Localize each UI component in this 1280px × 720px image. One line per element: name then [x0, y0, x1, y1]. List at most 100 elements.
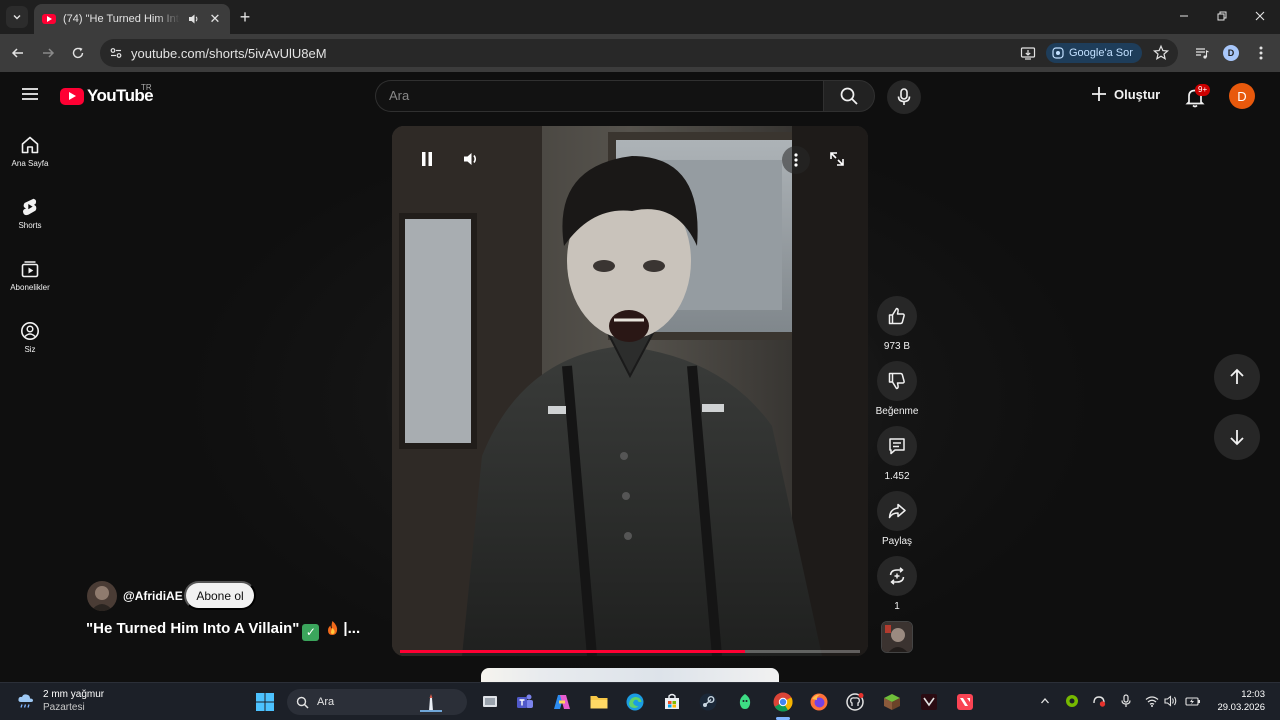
tray-wifi[interactable] [1143, 692, 1161, 710]
arrow-up-icon [1230, 368, 1244, 384]
search-button[interactable] [823, 80, 875, 112]
tab-close-icon[interactable]: ✕ [208, 11, 222, 27]
youtube-header: YouTube TR Oluştur 9+ D [0, 72, 1280, 120]
sound-thumbnail[interactable] [881, 621, 913, 653]
tray-volume[interactable] [1162, 692, 1180, 710]
channel-avatar[interactable] [87, 581, 117, 611]
task-view-button[interactable] [478, 690, 502, 714]
close-icon [1255, 11, 1265, 21]
more-options-button[interactable] [782, 146, 810, 174]
short-title[interactable]: "He Turned Him Into A Villain" ✓ |... [86, 620, 360, 641]
video-progress-bar[interactable] [400, 650, 860, 653]
chrome-app[interactable] [771, 690, 795, 714]
tab-search-button[interactable] [6, 6, 28, 28]
previous-short-button[interactable] [1214, 354, 1260, 400]
channel-name[interactable]: @AfridiAE [123, 589, 183, 603]
shorts-video-player[interactable] [392, 126, 868, 656]
volume-button[interactable] [458, 146, 484, 172]
subscribe-button[interactable]: Abone ol [184, 581, 256, 610]
reload-button[interactable] [68, 43, 88, 63]
firefox-app[interactable] [807, 690, 831, 714]
dislike-button[interactable] [877, 361, 917, 401]
comments-button[interactable] [877, 426, 917, 466]
android-studio-app[interactable] [733, 690, 757, 714]
short-title-suffix: |... [343, 620, 361, 637]
remix-button[interactable] [877, 556, 917, 596]
google-ask-button[interactable]: Google'a Sor [1046, 43, 1142, 63]
subscriptions-icon [21, 261, 39, 278]
next-short-button[interactable] [1214, 414, 1260, 460]
chevron-up-icon [1041, 698, 1049, 704]
close-window-button[interactable] [1250, 6, 1270, 26]
like-button[interactable] [877, 296, 917, 336]
search-input[interactable] [389, 88, 789, 103]
comment-count: 1.452 [884, 471, 910, 482]
guide-item-you[interactable]: Siz [0, 310, 60, 370]
dislike-action: Beğenme [872, 361, 922, 417]
hamburger-menu-icon[interactable] [20, 84, 40, 104]
browser-menu-button[interactable] [1252, 44, 1270, 62]
pause-button[interactable] [414, 146, 440, 172]
speaker-icon [1164, 695, 1177, 707]
guide-item-shorts[interactable]: Shorts [0, 186, 60, 246]
guide-label-you: Siz [24, 345, 36, 354]
copilot-app[interactable] [550, 690, 574, 714]
edge-app[interactable] [623, 690, 647, 714]
show-hidden-icons-button[interactable] [1036, 692, 1054, 710]
tray-microphone[interactable] [1117, 692, 1135, 710]
media-controls-button[interactable] [1193, 44, 1211, 62]
account-avatar[interactable]: D [1229, 83, 1255, 109]
site-info-icon[interactable] [108, 45, 124, 61]
reload-icon [72, 47, 84, 59]
lighthouse-highlight-icon [420, 694, 443, 712]
install-app-icon[interactable] [1020, 45, 1036, 61]
windows-logo-icon [256, 693, 274, 711]
youtube-logo-icon [60, 87, 84, 105]
fullscreen-icon [830, 152, 844, 166]
tray-app-red[interactable] [1090, 692, 1108, 710]
valorant-app[interactable] [953, 690, 977, 714]
steam-app[interactable] [696, 690, 720, 714]
tab-audio-icon[interactable] [187, 12, 201, 26]
system-clock[interactable]: 12:03 29.03.2026 [1211, 688, 1265, 714]
minecraft-app[interactable] [880, 690, 904, 714]
weather-widget[interactable]: 2 mm yağmur Pazartesi [16, 688, 104, 714]
guide-item-subscriptions[interactable]: Abonelikler [0, 248, 60, 308]
folder-icon [590, 696, 608, 709]
restore-button[interactable] [1212, 6, 1232, 26]
minimize-button[interactable] [1174, 6, 1194, 26]
profile-button[interactable]: D [1222, 44, 1240, 62]
fullscreen-button[interactable] [826, 148, 848, 170]
new-tab-button[interactable]: + [236, 8, 254, 26]
youtube-logo[interactable]: YouTube [60, 86, 154, 106]
next-short-preview[interactable] [481, 668, 779, 682]
clock-time: 12:03 [1241, 689, 1265, 700]
back-button[interactable] [8, 43, 28, 63]
weather-day: Pazartesi [43, 702, 85, 713]
tray-battery[interactable] [1184, 692, 1202, 710]
address-bar[interactable]: youtube.com/shorts/5ivAvUlU8eM Google'a … [100, 39, 1178, 67]
sound-thumbnail-image [882, 622, 912, 652]
edge-icon [626, 693, 644, 711]
teams-app[interactable] [513, 690, 537, 714]
file-explorer-app[interactable] [587, 690, 611, 714]
bookmark-star-icon[interactable] [1152, 44, 1170, 62]
forward-button[interactable] [38, 43, 58, 63]
create-button[interactable]: Oluştur [1090, 85, 1160, 103]
taskbar-search-icon [296, 696, 309, 709]
epic-app[interactable] [917, 690, 941, 714]
store-app[interactable] [660, 690, 684, 714]
country-code: TR [141, 83, 152, 92]
channel-avatar-image [87, 581, 117, 611]
share-button[interactable] [877, 491, 917, 531]
arrow-down-icon [1230, 430, 1244, 446]
dislike-label: Beğenme [875, 406, 919, 417]
taskbar-search[interactable]: Ara [287, 689, 467, 715]
guide-item-home[interactable]: Ana Sayfa [0, 124, 60, 184]
browser-tab-active[interactable]: (74) "He Turned Him Into A Villain" ✕ [34, 4, 230, 34]
tray-app-green[interactable] [1063, 692, 1081, 710]
start-button[interactable] [253, 690, 277, 714]
github-desktop-app[interactable] [843, 690, 867, 714]
epic-games-icon [921, 694, 937, 710]
voice-search-button[interactable] [887, 80, 921, 114]
